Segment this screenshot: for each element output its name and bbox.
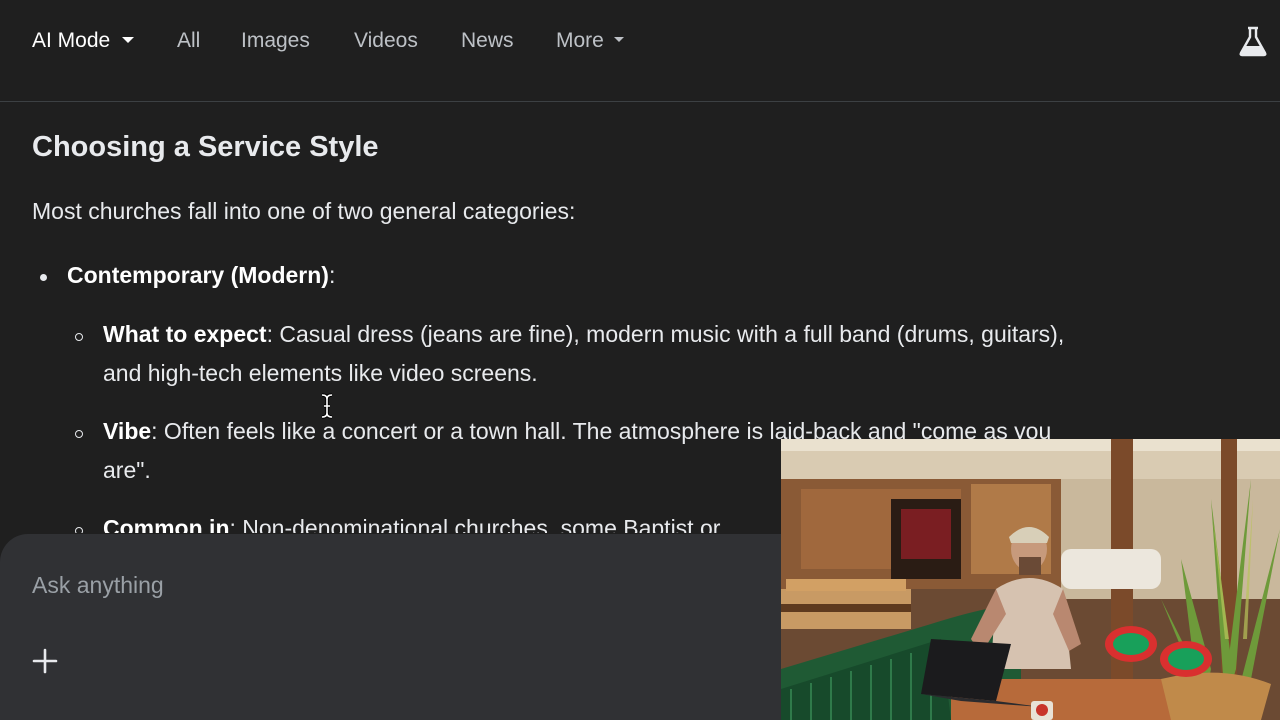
plus-icon[interactable] <box>32 648 58 674</box>
tab-videos-label: Videos <box>354 29 418 52</box>
page: AI Mode All Images Videos News More Choo… <box>0 0 1280 720</box>
list-item-term: Contemporary (Modern) <box>67 262 329 288</box>
tab-images-label: Images <box>241 29 310 52</box>
webcam-video-overlay <box>781 439 1280 720</box>
dropdown-caret-icon <box>122 36 135 43</box>
sub-item-term: Common in <box>103 515 230 533</box>
sub-item-text: : Non-denominational churches, some Bapt… <box>229 515 721 533</box>
tab-all[interactable]: All <box>177 28 200 54</box>
tab-images[interactable]: Images <box>241 28 310 54</box>
ask-input[interactable] <box>32 572 732 599</box>
tab-all-label: All <box>177 29 201 52</box>
intro-paragraph: Most churches fall into one of two gener… <box>32 198 576 224</box>
tab-ai-mode[interactable]: AI Mode <box>32 28 135 54</box>
flask-icon[interactable] <box>1236 24 1270 58</box>
list-item-suffix: : <box>328 262 336 288</box>
bullet-icon <box>40 274 47 281</box>
tab-more-label: More <box>556 29 604 52</box>
sub-list-item: What to expect: Casual dress (jeans are … <box>103 315 1093 393</box>
tab-more[interactable]: More <box>556 28 624 54</box>
list-item-title: Contemporary (Modern): <box>67 262 335 289</box>
tab-ai-mode-label: AI Mode <box>32 29 111 52</box>
sub-item-term: What to expect <box>103 321 267 347</box>
sub-bullet-icon <box>75 527 83 533</box>
text-cursor-icon <box>321 393 333 419</box>
tab-videos[interactable]: Videos <box>354 28 418 54</box>
tab-news-label: News <box>461 29 514 52</box>
section-heading: Choosing a Service Style <box>32 131 379 163</box>
sub-bullet-icon <box>75 430 83 438</box>
ask-box <box>0 534 800 720</box>
search-tabs-bar: AI Mode All Images Videos News More <box>0 0 1280 102</box>
sub-item-term: Vibe <box>103 418 152 444</box>
dropdown-caret-icon <box>613 37 624 43</box>
sub-bullet-icon <box>75 333 83 341</box>
tab-news[interactable]: News <box>461 28 514 54</box>
